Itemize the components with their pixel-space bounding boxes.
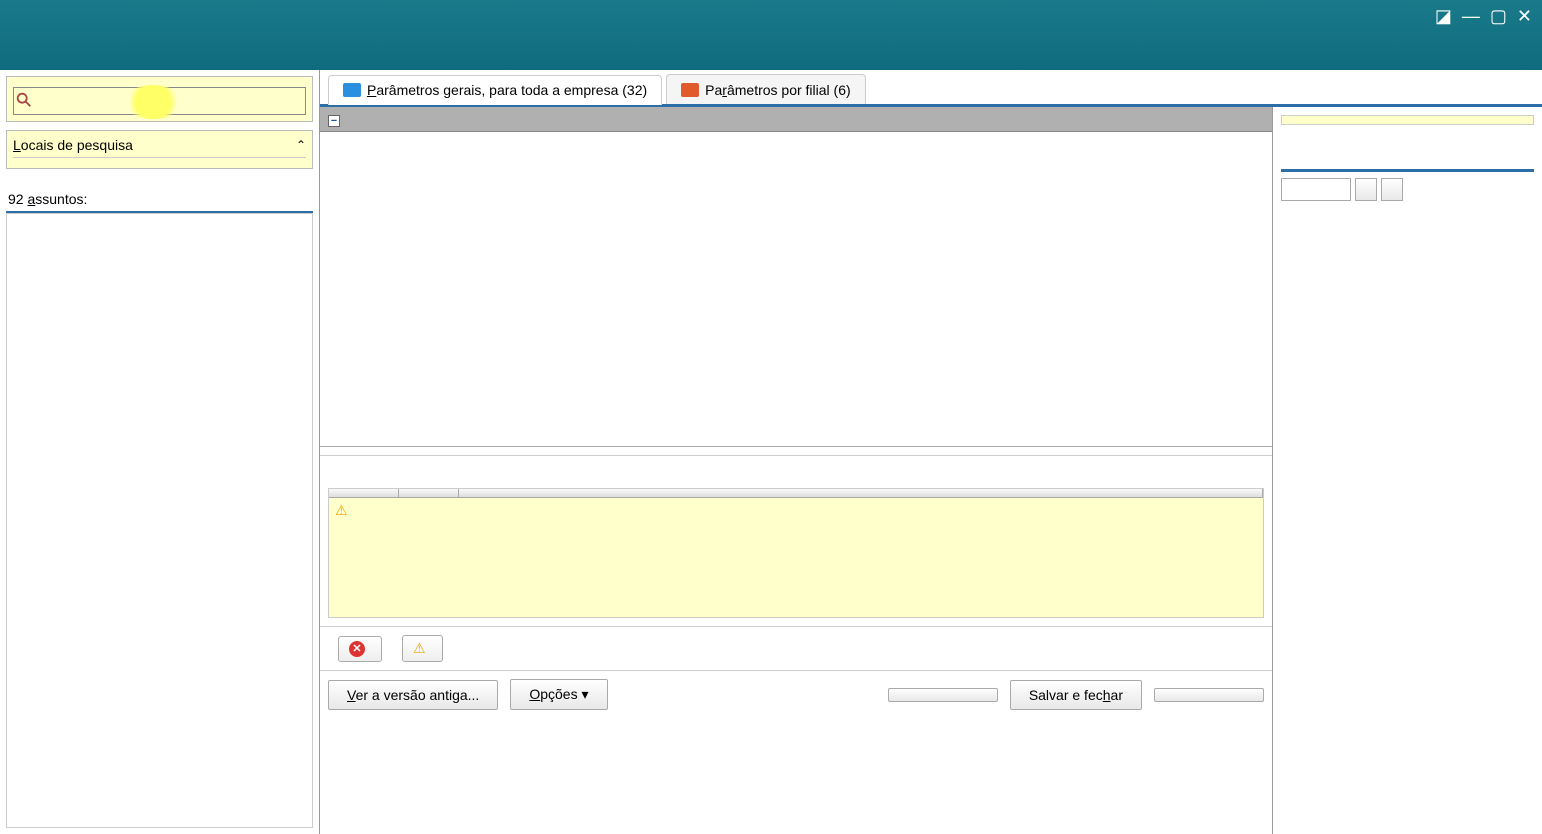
params-table[interactable]: − bbox=[320, 107, 1272, 447]
search-icon bbox=[15, 91, 33, 109]
opcoes-button[interactable]: Opções ▾ bbox=[510, 679, 607, 710]
rotina-input[interactable] bbox=[1281, 178, 1351, 201]
fechar-button[interactable] bbox=[1154, 688, 1264, 702]
folder-blue-icon bbox=[343, 83, 361, 97]
exceptions-table[interactable]: ⚠ bbox=[328, 488, 1264, 618]
exc-col-param[interactable] bbox=[329, 489, 399, 497]
folder-red-icon bbox=[681, 83, 699, 97]
title-bar: ◪ — ▢ ✕ bbox=[0, 0, 1542, 70]
warning-icon: ⚠ bbox=[413, 640, 426, 657]
tab-general[interactable]: Parâmetros gerais, para toda a empresa (… bbox=[328, 75, 662, 105]
search-locations-header: Locais de pesquisa bbox=[13, 137, 133, 153]
left-panel: Locais de pesquisa ⌃ 92 assuntos: bbox=[0, 70, 320, 834]
error-icon: ✕ bbox=[349, 641, 365, 657]
ver-versao-button[interactable]: Ver a versão antiga... bbox=[328, 680, 498, 710]
obter-nome-button[interactable] bbox=[1355, 178, 1377, 201]
alerts-button[interactable]: ⚠ bbox=[402, 635, 443, 662]
group-header[interactable]: − bbox=[320, 107, 1272, 132]
subjects-header: 92 assuntos: bbox=[6, 187, 313, 213]
exc-col-desc[interactable] bbox=[459, 489, 1263, 497]
center-panel: Parâmetros gerais, para toda a empresa (… bbox=[320, 70, 1542, 834]
status-line bbox=[320, 447, 1272, 456]
minimize-icon[interactable]: — bbox=[1462, 6, 1480, 27]
access-hint bbox=[1281, 115, 1534, 125]
exc-col-filial[interactable] bbox=[399, 489, 459, 497]
restrictions-button[interactable]: ✕ bbox=[338, 636, 382, 662]
edit-icon[interactable]: ◪ bbox=[1435, 6, 1452, 27]
chevron-collapse-icon[interactable]: ⌃ bbox=[296, 138, 306, 152]
collapse-icon[interactable]: − bbox=[328, 115, 340, 127]
right-panel bbox=[1272, 107, 1542, 834]
maximize-icon[interactable]: ▢ bbox=[1490, 6, 1507, 27]
salvar-button[interactable] bbox=[888, 688, 998, 702]
warning-icon: ⚠ bbox=[335, 502, 348, 518]
close-icon[interactable]: ✕ bbox=[1517, 6, 1532, 27]
abrir-button[interactable] bbox=[1381, 178, 1403, 201]
filter-input[interactable] bbox=[13, 87, 306, 115]
tab-filial[interactable]: Parâmetros por filial (6) bbox=[666, 74, 866, 104]
salvar-fechar-button[interactable]: Salvar e fechar bbox=[1010, 680, 1142, 710]
exception-row[interactable]: ⚠ bbox=[329, 498, 1263, 523]
subjects-list[interactable] bbox=[6, 213, 313, 828]
